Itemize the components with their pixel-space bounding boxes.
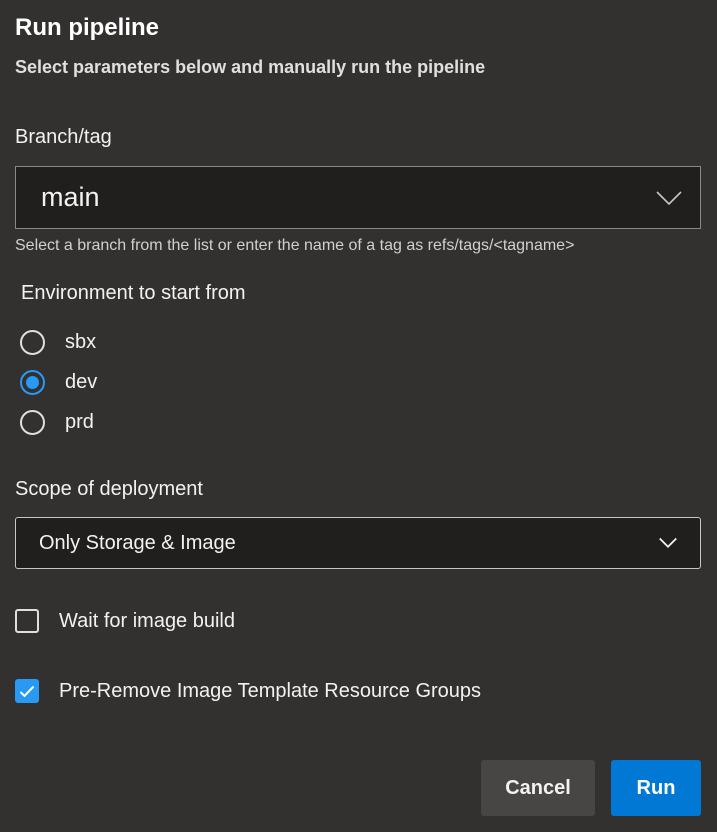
branch-label: Branch/tag — [15, 126, 112, 148]
radio-button-icon[interactable] — [20, 329, 45, 355]
radio-sbx[interactable]: sbx — [20, 327, 96, 357]
checkmark-icon[interactable] — [15, 679, 39, 703]
branch-value[interactable]: main — [41, 182, 100, 213]
dialog-title: Run pipeline — [15, 14, 159, 41]
wait-for-image-label: Wait for image build — [59, 609, 235, 632]
radio-label-prd: prd — [65, 410, 94, 433]
chevron-down-icon[interactable] — [656, 190, 682, 206]
scope-dropdown[interactable]: Only Storage & Image — [15, 517, 701, 569]
run-button[interactable]: Run — [611, 760, 701, 816]
dialog-subtitle: Select parameters below and manually run… — [15, 57, 486, 77]
scope-label: Scope of deployment — [15, 478, 203, 500]
radio-label-sbx: sbx — [65, 330, 97, 353]
pre-remove-label: Pre-Remove Image Template Resource Group… — [59, 679, 482, 702]
branch-helper-text: Select a branch from the list or enter t… — [15, 237, 575, 254]
chevron-down-icon[interactable] — [658, 537, 678, 549]
radio-label-dev: dev — [65, 370, 98, 393]
scope-value[interactable]: Only Storage & Image — [39, 532, 236, 555]
cancel-button[interactable]: Cancel — [481, 760, 595, 816]
branch-dropdown[interactable]: main — [15, 166, 701, 229]
environment-label: Environment to start from — [21, 282, 246, 304]
wait-for-image-checkbox[interactable]: Wait for image build — [15, 606, 235, 636]
radio-button-selected-icon[interactable] — [20, 369, 45, 395]
radio-prd[interactable]: prd — [20, 407, 94, 437]
radio-dev[interactable]: dev — [20, 367, 97, 397]
pre-remove-checkbox[interactable]: Pre-Remove Image Template Resource Group… — [15, 676, 481, 706]
checkbox-icon[interactable] — [15, 609, 39, 633]
radio-button-icon[interactable] — [20, 409, 45, 435]
